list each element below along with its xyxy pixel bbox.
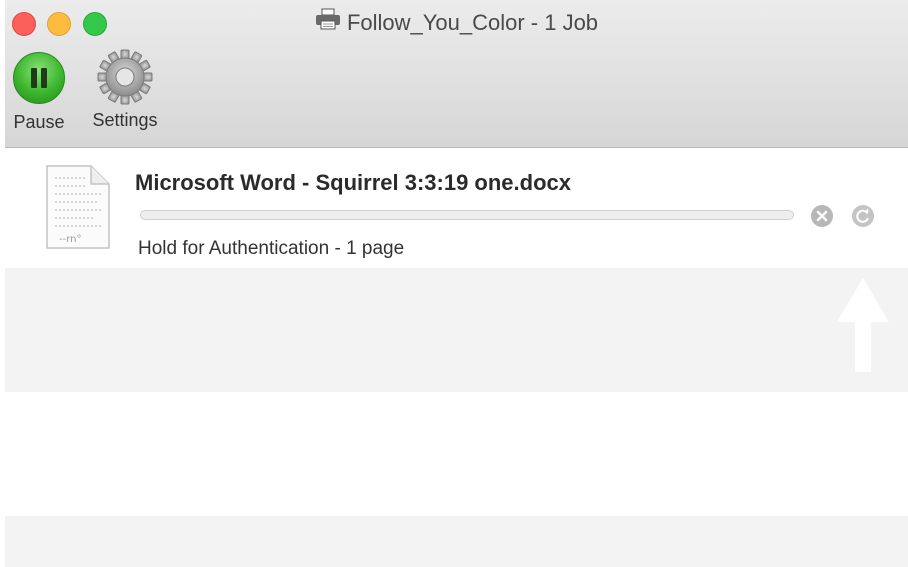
svg-text:--rn°: --rn° [59, 234, 82, 245]
gear-icon [96, 48, 154, 106]
window-title-text: Follow_You_Color - 1 Job [346, 10, 599, 35]
printer-icon [315, 8, 341, 36]
empty-row [5, 268, 908, 392]
settings-button[interactable]: Settings [83, 49, 167, 131]
arrow-up-icon [835, 276, 891, 379]
print-queue-window: Follow_You_Color - 1 Job Pause Settings … [0, 0, 908, 567]
job-name: Microsoft Word - Squirrel 3:3:19 one.doc… [135, 170, 571, 195]
job-status: Hold for Authentication - 1 page [138, 238, 405, 259]
cancel-job-icon[interactable] [810, 204, 834, 228]
pause-icon [13, 52, 65, 104]
job-progress-bar [140, 210, 794, 220]
document-icon: --rn° [45, 164, 111, 255]
toolbar: Follow_You_Color - 1 Job Pause Settings [5, 0, 908, 148]
pause-button[interactable]: Pause [5, 52, 73, 133]
empty-row [5, 516, 908, 567]
window-title: Follow_You_Color - 1 Job [5, 8, 908, 38]
pause-label: Pause [13, 112, 65, 132]
settings-label: Settings [92, 110, 158, 130]
resume-job-icon[interactable] [851, 204, 875, 228]
job-row[interactable]: --rn° Microsoft Word - Squirrel 3:3:19 o… [5, 148, 908, 268]
